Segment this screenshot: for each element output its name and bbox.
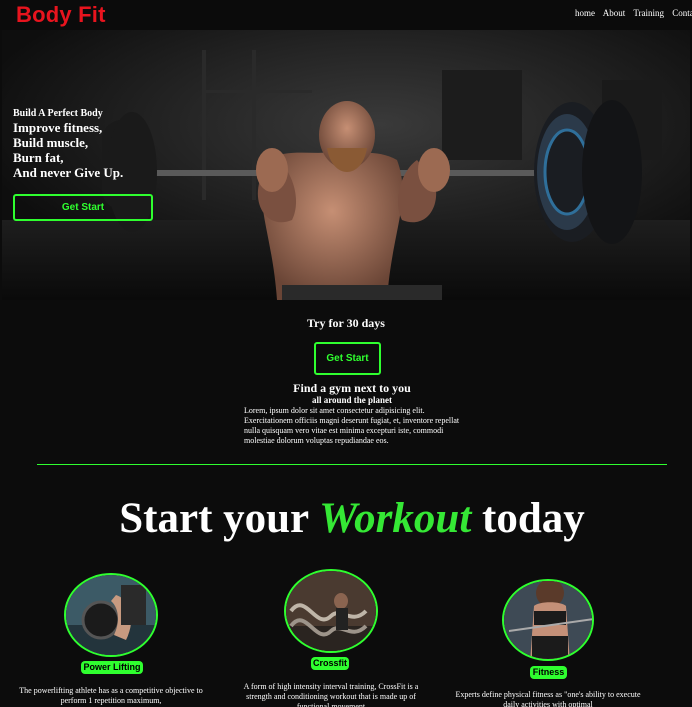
try-get-start-button[interactable]: Get Start: [314, 342, 381, 375]
workout-heading-accent: Workout: [319, 495, 472, 542]
fitness-label[interactable]: Fitness: [530, 666, 567, 679]
fitness-image: [502, 579, 594, 661]
crossfit-label[interactable]: Crossfit: [311, 657, 349, 670]
navbar: Body Fit home About Training Contac: [0, 0, 692, 30]
try-section: Try for 30 days: [0, 316, 692, 331]
crossfit-text: A form of high intensity interval traini…: [243, 682, 419, 707]
hero-line-1: Improve fitness,: [13, 120, 103, 135]
hero-get-start-button[interactable]: Get Start: [13, 194, 153, 221]
hero-line-4: And never Give Up.: [13, 165, 124, 180]
power-lifting-text: The powerlifting athlete has as a compet…: [19, 686, 203, 705]
nav-links: home About Training Contac: [575, 8, 692, 18]
workout-heading: Start your Workout today: [0, 495, 692, 543]
gym-subtitle: all around the planet: [311, 395, 393, 405]
nav-link-about[interactable]: About: [603, 8, 626, 18]
crossfit-image: [284, 569, 378, 653]
power-lifting-label[interactable]: Power Lifting: [81, 661, 143, 674]
gym-title: Find a gym next to you: [293, 381, 411, 395]
fitness-text: Experts define physical fitness as "one'…: [455, 690, 641, 707]
hero-line-3: Burn fat,: [13, 150, 64, 165]
hero-section: Build A Perfect Body Improve fitness, Bu…: [2, 30, 690, 300]
workout-heading-pre: Start your: [119, 495, 309, 542]
gym-body: Lorem, ipsum dolor sit amet consectetur …: [244, 406, 460, 445]
power-lifting-image: [64, 573, 158, 657]
hero-line-2: Build muscle,: [13, 135, 89, 150]
workout-heading-post: today: [482, 495, 585, 542]
nav-link-contact[interactable]: Contac: [672, 8, 692, 18]
section-divider: [37, 464, 667, 465]
logo[interactable]: Body Fit: [16, 2, 106, 28]
page: Body Fit home About Training Contac: [0, 0, 692, 707]
nav-link-training[interactable]: Training: [633, 8, 664, 18]
try-title: Try for 30 days: [307, 316, 385, 330]
hero-tagline: Build A Perfect Body: [13, 108, 103, 119]
nav-link-home[interactable]: home: [575, 8, 595, 18]
gym-section: Find a gym next to you all around the pl…: [244, 381, 460, 446]
hero-text: Build A Perfect Body Improve fitness, Bu…: [13, 108, 173, 180]
